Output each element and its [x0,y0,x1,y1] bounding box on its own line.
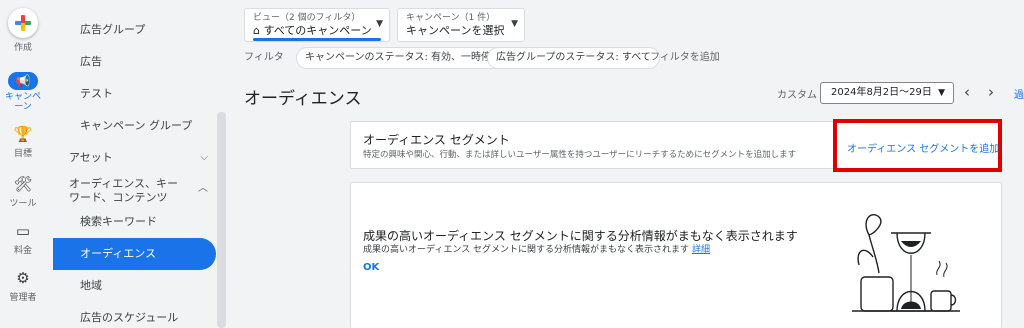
left-rail: 作成 📢 キャンペーン 🏆 目標 🛠 ツール ▭ 料金 ⚙ 管理者 [0,0,46,328]
campaign-dropdown-value: キャンペーンを選択 [406,24,505,37]
dropdown-arrow-icon: ▼ [938,88,945,98]
segment-card-title: オーディエンス セグメント [363,133,510,147]
rail-goals-label: 目標 [13,149,32,159]
rail-item-goals[interactable]: 🏆 目標 [0,124,46,159]
nav-section-label: アセット [69,151,113,164]
credit-card-icon: ▭ [15,222,31,240]
nav-item-ad-schedule[interactable]: 広告のスケジュール [53,302,216,328]
dropdown-arrow-icon: ▼ [511,19,518,29]
insights-card-subtitle: 成果の高いオーディエンス セグメントに関する分析情報がまもなく表示されます 詳細 [363,242,710,255]
nav-item-label: オーディエンス [80,247,157,260]
nav-item-label: 広告 [80,55,102,68]
view-active-underline [253,38,381,41]
nav-item-search-keywords[interactable]: 検索キーワード [53,206,216,238]
filter-label: フィルタ [244,52,284,63]
trophy-icon: 🏆 [13,125,33,143]
chevron-right-icon[interactable]: › [988,82,994,102]
create-button[interactable]: 作成 [0,8,46,53]
nav-item-ad-groups[interactable]: 広告グループ [53,14,216,46]
nav-section-label: オーディエンス、キーワード、コンテンツ [69,177,179,204]
plus-icon [8,8,38,38]
rail-item-tools[interactable]: 🛠 ツール [0,174,46,209]
insights-subtitle-text: 成果の高いオーディエンス セグメントに関する分析情報がまもなく表示されます [363,245,690,255]
view-dropdown-value: ⌂ すべてのキャンペーン [253,24,381,38]
nav-item-label: 広告グループ [80,23,146,36]
rail-item-admin[interactable]: ⚙ 管理者 [0,268,46,303]
insights-card: 成果の高いオーディエンス セグメントに関する分析情報がまもなく表示されます 成果… [350,182,1002,328]
view-dropdown[interactable]: ビュー（2 個のフィルタ） ⌂ すべてのキャンペーン ▼ [244,8,390,42]
nav-item-label: キャンペーン グループ [80,119,193,132]
date-range-dropdown[interactable]: 2024年8月2日〜29日 ▼ [820,82,954,104]
nav-section-assets[interactable]: アセット ⌵ [53,142,216,174]
rail-billing-label: 料金 [13,246,32,256]
nav-item-campaign-groups[interactable]: キャンペーン グループ [53,110,216,142]
nav-item-locations[interactable]: 地域 [53,270,216,302]
chevron-left-icon[interactable]: ‹ [964,82,970,102]
hourglass-illustration-icon [852,214,960,312]
nav-item-label: 地域 [80,279,102,292]
details-link[interactable]: 詳細 [692,245,710,255]
rail-admin-label: 管理者 [9,293,37,303]
campaign-dropdown-label: キャンペーン（1 件） [406,13,496,23]
custom-range-label: カスタム [777,90,817,101]
tools-icon: 🛠 [13,175,33,193]
add-filter-link[interactable]: フィルタを追加 [650,47,720,69]
nav-item-experiments[interactable]: テスト [53,78,216,110]
nav-item-audiences[interactable]: オーディエンス [53,238,216,270]
nav-item-label: 広告のスケジュール [80,311,179,324]
campaign-dropdown[interactable]: キャンペーン（1 件） キャンペーンを選択 ▼ [397,8,525,42]
date-range-value: 2024年8月2日〜29日 [831,87,932,98]
rail-item-campaigns[interactable]: 📢 キャンペーン [0,72,46,112]
chevron-up-icon: ︿ [198,183,208,194]
nav-section-audiences-keywords[interactable]: オーディエンス、キーワード、コンテンツ ︿ [53,174,216,208]
rail-item-billing[interactable]: ▭ 料金 [0,221,46,256]
view-value-text: すべてのキャンペーン [263,24,372,37]
page-title: オーディエンス [244,89,362,109]
nav-item-ads[interactable]: 広告 [53,46,216,78]
view-dropdown-label: ビュー（2 個のフィルタ） [253,13,361,23]
period-link[interactable]: 過 [1014,86,1024,101]
nav-panel: 広告グループ 広告 テスト キャンペーン グループ アセット ⌵ オーディエンス… [53,0,228,328]
add-audience-segment-link[interactable]: オーディエンス セグメントを追加 [847,140,999,155]
create-label: 作成 [13,43,32,53]
chevron-down-icon: ⌵ [200,152,208,163]
filter-chip-campaign-status[interactable]: キャンペーンのステータス: 有効、一時停止 [296,47,511,69]
main-content: ビュー（2 個のフィルタ） ⌂ すべてのキャンペーン ▼ キャンペーン（1 件）… [230,0,1024,328]
home-icon: ⌂ [253,24,264,37]
segment-card-subtitle: 特定の興味や関心、行動、または詳しいユーザー属性を持つユーザーにリーチするために… [363,150,797,160]
nav-scrollbar[interactable] [217,112,226,328]
megaphone-icon: 📢 [8,72,38,90]
ok-button[interactable]: OK [363,262,379,273]
rail-tools-label: ツール [9,199,37,209]
nav-item-label: テスト [80,87,113,100]
dropdown-arrow-icon: ▼ [376,19,383,29]
nav-item-label: 検索キーワード [80,215,157,228]
rail-campaigns-label: キャンペーン [4,92,41,112]
gear-icon: ⚙ [16,269,30,287]
filter-chip-adgroup-status[interactable]: 広告グループのステータス: すべて [487,47,660,69]
